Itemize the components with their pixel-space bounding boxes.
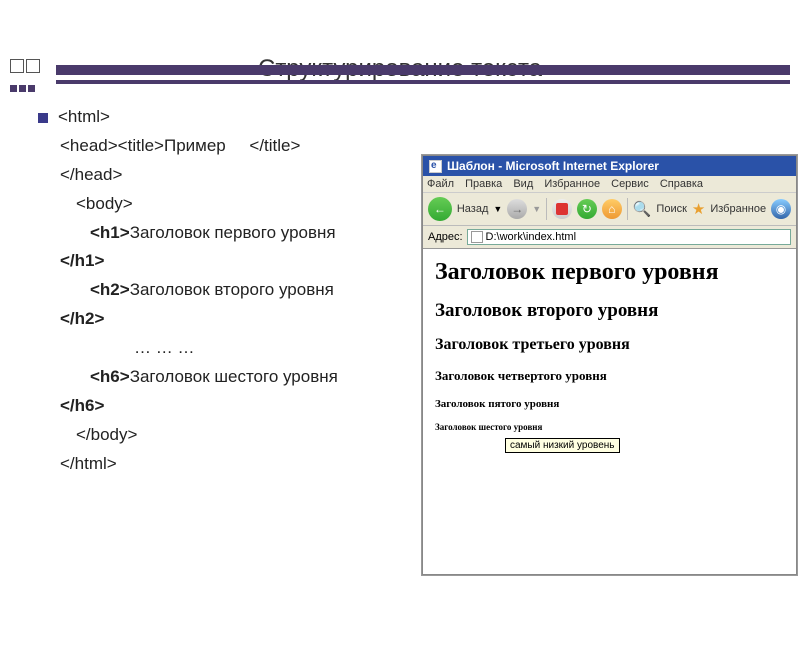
slide-header-decor [0,55,800,93]
menu-help[interactable]: Справка [660,178,703,190]
back-button-label[interactable]: Назад [457,203,489,215]
address-label: Адрес: [428,231,463,243]
heading-1: Заголовок первого уровня [435,259,784,286]
separator [627,198,628,220]
back-icon[interactable]: ← [428,197,452,221]
menu-bar[interactable]: Файл Правка Вид Избранное Сервис Справка [423,176,796,193]
media-icon[interactable]: ◉ [771,199,791,219]
menu-edit[interactable]: Правка [465,178,502,190]
page-icon [471,231,483,243]
heading-3: Заголовок третьего уровня [435,336,784,354]
favorites-icon[interactable]: ★ [692,200,705,218]
favorites-button-label[interactable]: Избранное [710,203,766,215]
search-button-label[interactable]: Поиск [656,203,686,215]
address-value: D:\work\index.html [486,231,576,243]
menu-file[interactable]: Файл [427,178,454,190]
stop-icon[interactable] [552,199,572,219]
code-listing: <html> <head><title>Пример </title> </he… [0,103,400,479]
heading-4: Заголовок четвертого уровня [435,368,784,384]
toolbar: ← Назад ▼ → ▼ ↻ ⌂ 🔍 Поиск ★ Избранное ◉ [423,193,796,226]
home-icon[interactable]: ⌂ [602,199,622,219]
window-titlebar: Шаблон - Microsoft Internet Explorer [423,156,796,176]
address-bar: Адрес: D:\work\index.html [423,226,796,249]
refresh-icon[interactable]: ↻ [577,199,597,219]
bullet-icon [38,113,48,123]
dropdown-icon[interactable]: ▼ [532,204,541,214]
forward-icon[interactable]: → [507,199,527,219]
document-icon [429,160,442,173]
address-input[interactable]: D:\work\index.html [467,229,791,245]
search-icon[interactable]: 🔍 [633,200,652,218]
tooltip: самый низкий уровень [505,438,620,453]
menu-tools[interactable]: Сервис [611,178,649,190]
browser-content: Заголовок первого уровня Заголовок второ… [423,249,796,463]
menu-favorites[interactable]: Избранное [544,178,600,190]
window-title-text: Шаблон - Microsoft Internet Explorer [447,159,659,173]
browser-window: Шаблон - Microsoft Internet Explorer Фай… [422,155,797,575]
heading-6: Заголовок шестого уровня [435,422,784,432]
heading-2: Заголовок второго уровня [435,300,784,322]
menu-view[interactable]: Вид [513,178,533,190]
heading-5: Заголовок пятого уровня [435,398,784,410]
separator [546,198,547,220]
dropdown-icon[interactable]: ▼ [493,204,502,214]
